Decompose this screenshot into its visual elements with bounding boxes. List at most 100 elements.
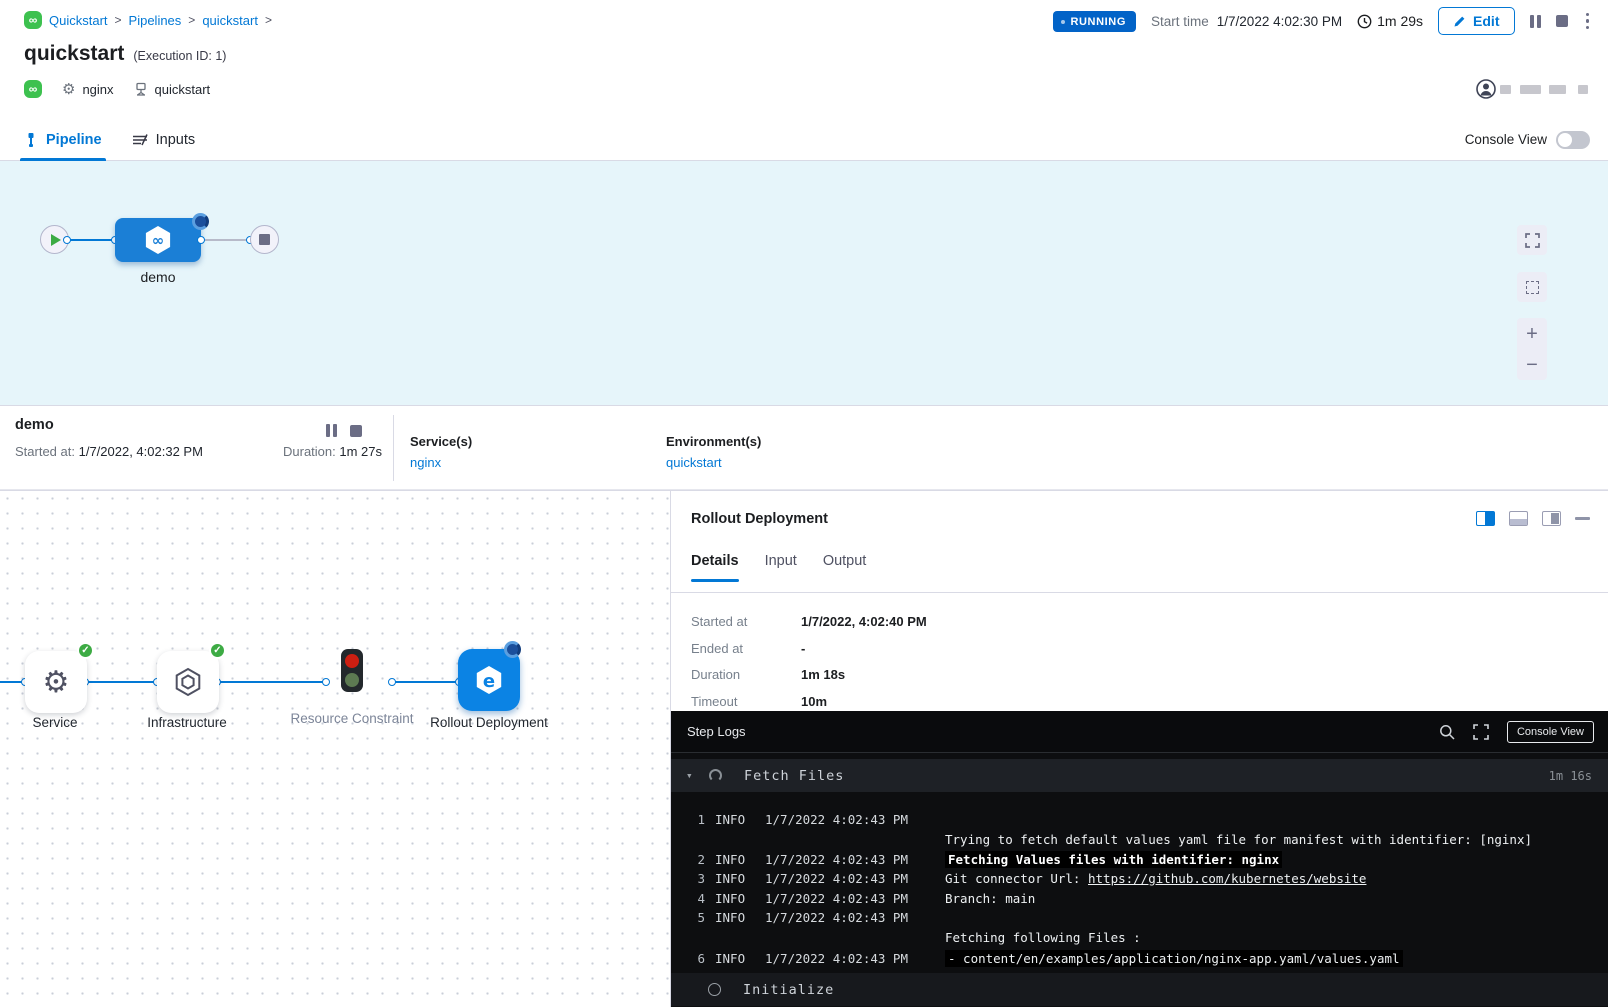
running-spinner-icon [709, 769, 722, 782]
fit-to-screen-button[interactable] [1517, 272, 1547, 302]
step-running-spinner-icon [504, 641, 521, 658]
service-link-nginx[interactable]: nginx [410, 455, 441, 470]
log-section-initialize[interactable]: Initialize [671, 973, 1608, 1006]
traffic-green-light-icon [345, 673, 359, 687]
title-row: quickstart (Execution ID: 1) [24, 42, 226, 66]
fullscreen-button[interactable] [1517, 225, 1547, 255]
log-row: Trying to fetch default values yaml file… [671, 832, 1608, 852]
detail-row-timeout: Timeout10m [691, 692, 927, 712]
node-resource-constraint[interactable] [341, 649, 363, 692]
log-section-name: Initialize [743, 982, 834, 998]
port-dot [388, 678, 396, 686]
environment-link-quickstart[interactable]: quickstart [666, 455, 722, 470]
start-time-label: Start time [1151, 14, 1209, 29]
stage-name: demo [15, 417, 54, 433]
detail-row-duration: Duration1m 18s [691, 665, 927, 685]
svg-text:e: e [483, 671, 495, 692]
step-logs-title: Step Logs [687, 724, 746, 739]
page-title: quickstart [24, 42, 124, 66]
tags-row: ∞ ⚙ nginx quickstart [24, 80, 210, 98]
port-dot [197, 236, 205, 244]
log-row: Fetching following Files : [671, 930, 1608, 950]
redacted-text [1549, 85, 1566, 94]
stage-started-at: Started at: 1/7/2022, 4:02:32 PM [15, 444, 203, 459]
page-header: ∞ Quickstart > Pipelines > quickstart > … [0, 0, 1608, 118]
execution-header-actions: RUNNING Start time 1/7/2022 4:02:30 PM 1… [1053, 7, 1592, 35]
stage-pause-button[interactable] [326, 424, 337, 437]
search-icon[interactable] [1439, 724, 1455, 740]
execution-graph-canvas[interactable]: ⚙ ✓ ✓ e Service Infrastructure Resource … [0, 490, 670, 1007]
breadcrumb-link-pipelines[interactable]: Pipelines [129, 13, 182, 28]
log-row: 3INFO1/7/2022 4:02:43 PMGit connector Ur… [671, 871, 1608, 891]
service-gear-icon: ⚙ [43, 665, 70, 700]
pipeline-end-node[interactable] [250, 225, 279, 254]
start-time-value: 1/7/2022 4:02:30 PM [1217, 14, 1342, 29]
node-label-infrastructure: Infrastructure [122, 713, 252, 734]
breadcrumb-link-quickstart[interactable]: Quickstart [49, 13, 108, 28]
tab-details[interactable]: Details [691, 553, 739, 582]
stage-node-demo[interactable]: ∞ [115, 218, 201, 262]
pause-execution-button[interactable] [1530, 15, 1541, 28]
port-dot [322, 678, 330, 686]
tab-output[interactable]: Output [823, 553, 867, 582]
divider [671, 592, 1608, 593]
edge [394, 681, 460, 683]
detail-row-ended-at: Ended at- [691, 639, 927, 659]
step-panel-title: Rollout Deployment [691, 511, 828, 527]
user-avatar-icon [1476, 79, 1496, 99]
edge-start-to-stage [68, 239, 116, 241]
environment-tag[interactable]: quickstart [134, 82, 211, 97]
minimize-panel-button[interactable] [1575, 517, 1590, 520]
breadcrumb-separator: > [265, 13, 272, 27]
tab-inputs[interactable]: Inputs [132, 118, 196, 161]
breadcrumb-separator: > [115, 13, 122, 27]
log-row: 1INFO1/7/2022 4:02:43 PM [671, 812, 1608, 832]
layout-split-horizontal-button[interactable] [1509, 511, 1528, 526]
log-lines: 1INFO1/7/2022 4:02:43 PMTrying to fetch … [671, 812, 1608, 970]
svg-text:∞: ∞ [152, 232, 165, 250]
chevron-down-icon: ▾ [686, 769, 700, 782]
zoom-in-button[interactable]: + [1526, 324, 1538, 344]
layout-split-vertical-button[interactable] [1476, 511, 1495, 526]
service-tag[interactable]: ⚙ nginx [62, 80, 114, 98]
stage-running-spinner-icon [192, 213, 209, 230]
log-link[interactable]: https://github.com/kubernetes/website [1088, 871, 1366, 886]
breadcrumb: ∞ Quickstart > Pipelines > quickstart > [24, 11, 272, 29]
stop-execution-button[interactable] [1556, 15, 1568, 27]
node-label-rollout-deployment: Rollout Deployment [424, 713, 554, 734]
stage-stop-button[interactable] [350, 425, 362, 437]
log-section-fetch-files[interactable]: ▾ Fetch Files 1m 16s [671, 759, 1608, 792]
log-row: 2INFO1/7/2022 4:02:43 PMFetching Values … [671, 851, 1608, 871]
tab-input[interactable]: Input [765, 553, 797, 582]
log-row: 6INFO1/7/2022 4:02:43 PM- content/en/exa… [671, 950, 1608, 970]
node-service[interactable]: ⚙ ✓ [25, 651, 87, 713]
expand-logs-icon[interactable] [1473, 724, 1489, 740]
pipeline-canvas[interactable]: ∞ demo + − [0, 161, 1608, 405]
log-section-duration: 1m 16s [1549, 769, 1592, 783]
infrastructure-hexagon-icon [172, 666, 204, 698]
harness-stage-icon: ∞ [142, 224, 174, 256]
more-options-button[interactable] [1583, 13, 1593, 30]
success-check-icon: ✓ [209, 642, 226, 659]
layout-panel-right-button[interactable] [1542, 511, 1561, 526]
view-tabbar: Pipeline Inputs Console View [0, 118, 1608, 161]
fit-icon [1526, 281, 1539, 294]
zoom-out-button[interactable]: − [1526, 355, 1538, 375]
edge [87, 681, 157, 683]
tab-pipeline[interactable]: Pipeline [24, 118, 102, 161]
breadcrumb-link-pipeline[interactable]: quickstart [202, 13, 258, 28]
success-check-icon: ✓ [77, 642, 94, 659]
stage-label: demo [115, 269, 201, 285]
pipeline-icon [24, 132, 38, 148]
console-view-label: Console View [1465, 132, 1547, 147]
node-rollout-deployment[interactable]: e [458, 649, 520, 711]
edge [219, 681, 326, 683]
console-view-toggle[interactable] [1556, 131, 1590, 149]
pending-circle-icon [708, 983, 721, 996]
elapsed-time: 1m 29s [1357, 13, 1423, 29]
edit-button[interactable]: Edit [1438, 7, 1514, 35]
log-section-name: Fetch Files [744, 768, 844, 784]
console-view-button[interactable]: Console View [1507, 721, 1594, 743]
user-info [1476, 79, 1588, 99]
node-infrastructure[interactable]: ✓ [157, 651, 219, 713]
